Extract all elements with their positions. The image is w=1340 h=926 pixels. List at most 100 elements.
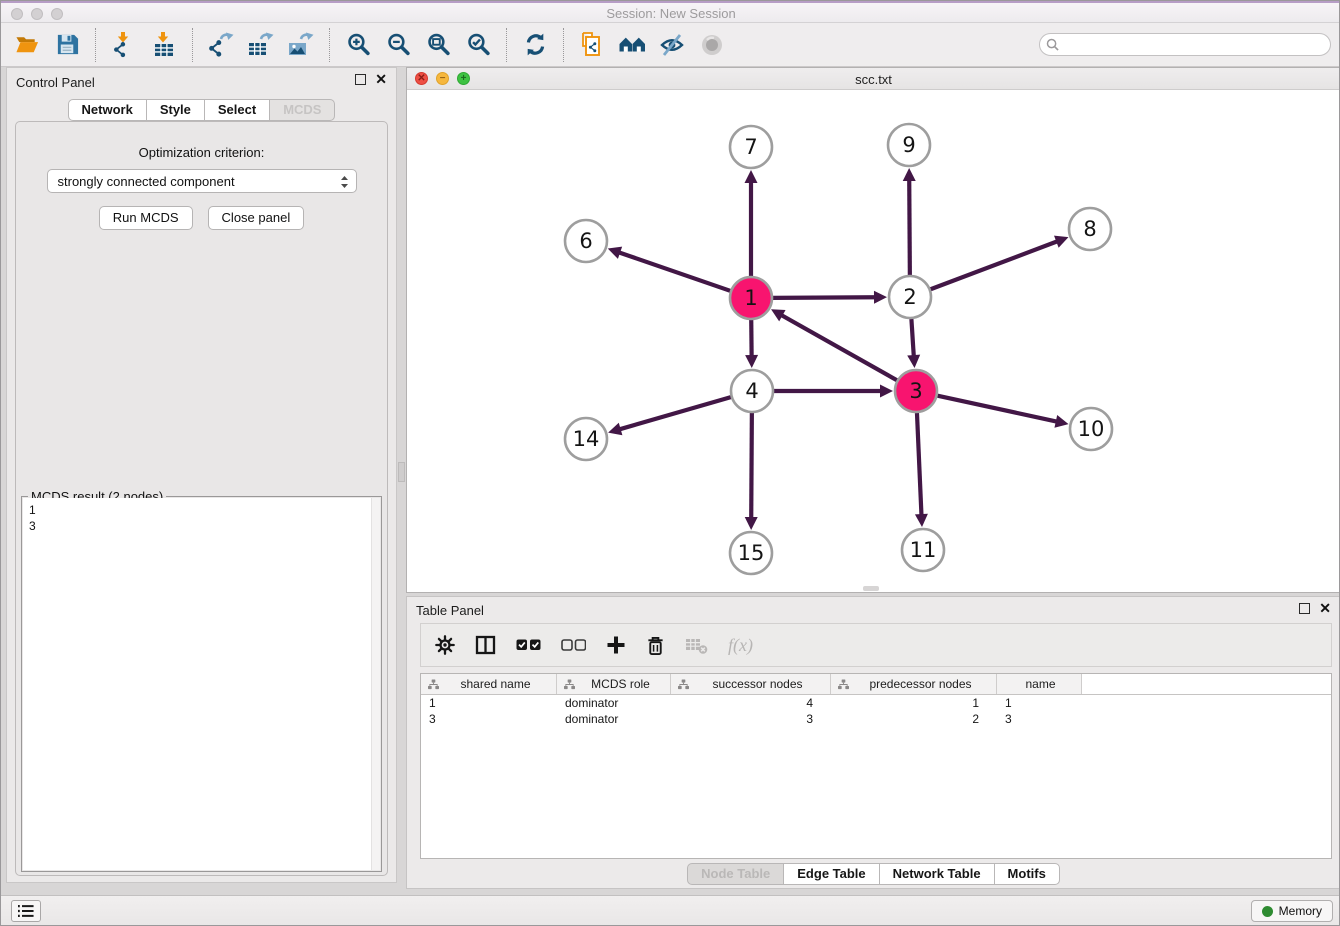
tab-mcds[interactable]: MCDS bbox=[269, 99, 335, 121]
graph-node-14[interactable]: 14 bbox=[565, 418, 607, 460]
column-header-shared-name[interactable]: shared name bbox=[421, 674, 557, 694]
search-box[interactable] bbox=[1039, 33, 1331, 56]
search-input[interactable] bbox=[1063, 38, 1324, 52]
task-history-button[interactable] bbox=[11, 900, 41, 922]
zoom-in-button[interactable] bbox=[338, 27, 378, 63]
control-panel-window-icons: ✕ bbox=[355, 74, 387, 85]
mcds-result-list[interactable]: 13 bbox=[23, 498, 380, 870]
import-table-button[interactable] bbox=[144, 27, 184, 63]
edge-arrow-2-3 bbox=[907, 355, 920, 368]
table-cell[interactable]: 3 bbox=[997, 711, 1082, 727]
add-column-button[interactable] bbox=[606, 635, 626, 655]
edge-2-8[interactable] bbox=[931, 241, 1059, 289]
graph-node-4[interactable]: 4 bbox=[731, 370, 773, 412]
delete-column-icon bbox=[646, 635, 665, 656]
hide-selected-button[interactable] bbox=[652, 27, 692, 63]
edge-1-2[interactable] bbox=[773, 297, 876, 298]
edge-2-3[interactable] bbox=[911, 319, 913, 357]
graph-node-8[interactable]: 8 bbox=[1069, 208, 1111, 250]
run-mcds-button[interactable]: Run MCDS bbox=[99, 206, 193, 230]
edge-1-6[interactable] bbox=[618, 252, 730, 291]
memory-button[interactable]: Memory bbox=[1251, 900, 1333, 922]
graph-node-7[interactable]: 7 bbox=[730, 126, 772, 168]
zoom-fit-button[interactable] bbox=[418, 27, 458, 63]
first-neighbors-button[interactable] bbox=[612, 27, 652, 63]
refresh-view-button[interactable] bbox=[515, 27, 555, 63]
svg-text:2: 2 bbox=[903, 285, 916, 309]
table-cell[interactable]: 4 bbox=[671, 695, 831, 711]
mcds-result-groupbox: MCDS result (2 nodes) 13 bbox=[21, 496, 382, 872]
result-scrollbar[interactable] bbox=[371, 498, 380, 870]
table-cell[interactable]: 1 bbox=[421, 695, 557, 711]
edge-3-10[interactable] bbox=[937, 396, 1057, 422]
svg-text:7: 7 bbox=[744, 135, 757, 159]
title-bar: Session: New Session bbox=[1, 1, 1340, 23]
delete-column-button[interactable] bbox=[646, 635, 665, 656]
save-session-button[interactable] bbox=[47, 27, 87, 63]
network-canvas-svg[interactable]: 7 9 6 8 1 2 4 3 14 10 15 11 bbox=[407, 90, 1340, 592]
close-panel-icon[interactable]: ✕ bbox=[375, 74, 387, 85]
table-cell[interactable]: 1 bbox=[831, 695, 997, 711]
table-cell[interactable]: dominator bbox=[557, 711, 671, 727]
network-hscroll-nub[interactable] bbox=[863, 586, 879, 591]
graph-node-9[interactable]: 9 bbox=[888, 124, 930, 166]
toolbar-separator bbox=[506, 28, 507, 62]
table-settings-button[interactable] bbox=[435, 635, 455, 655]
table-row[interactable]: 1dominator411 bbox=[421, 695, 1331, 711]
export-network-button[interactable] bbox=[201, 27, 241, 63]
table-cell[interactable]: 1 bbox=[997, 695, 1082, 711]
table-cell[interactable]: 3 bbox=[421, 711, 557, 727]
export-image-button[interactable] bbox=[281, 27, 321, 63]
graph-node-3[interactable]: 3 bbox=[895, 370, 937, 412]
graph-node-10[interactable]: 10 bbox=[1070, 408, 1112, 450]
graph-node-1[interactable]: 1 bbox=[730, 277, 772, 319]
import-network-button[interactable] bbox=[104, 27, 144, 63]
table-cell[interactable]: dominator bbox=[557, 695, 671, 711]
memory-status-icon bbox=[1262, 906, 1273, 917]
column-header-MCDS-role[interactable]: MCDS role bbox=[557, 674, 671, 694]
table-row[interactable]: 3dominator323 bbox=[421, 711, 1331, 727]
panel-splitter-handle[interactable] bbox=[398, 462, 405, 482]
table-cell[interactable]: 2 bbox=[831, 711, 997, 727]
float-panel-icon[interactable] bbox=[355, 74, 366, 85]
column-header-successor-nodes[interactable]: successor nodes bbox=[671, 674, 831, 694]
svg-text:4: 4 bbox=[745, 379, 758, 403]
column-header-name[interactable]: name bbox=[997, 674, 1082, 694]
network-window-titlebar[interactable]: ✕ − + scc.txt bbox=[407, 68, 1340, 90]
edge-3-1[interactable] bbox=[781, 315, 897, 381]
copy-network-button[interactable] bbox=[572, 27, 612, 63]
deselect-all-columns-button[interactable] bbox=[561, 639, 586, 651]
graph-node-2[interactable]: 2 bbox=[889, 276, 931, 318]
tab-style[interactable]: Style bbox=[146, 99, 205, 121]
graph-node-15[interactable]: 15 bbox=[730, 532, 772, 574]
tab-network[interactable]: Network bbox=[68, 99, 147, 121]
window-title: Session: New Session bbox=[1, 6, 1340, 21]
float-table-panel-icon[interactable] bbox=[1299, 603, 1310, 614]
column-header-predecessor-nodes[interactable]: predecessor nodes bbox=[831, 674, 997, 694]
edge-2-9[interactable] bbox=[909, 179, 910, 275]
close-table-panel-icon[interactable]: ✕ bbox=[1319, 603, 1331, 614]
node-table: shared nameMCDS rolesuccessor nodesprede… bbox=[420, 673, 1332, 859]
mcds-result-line: 1 bbox=[29, 502, 380, 518]
tab-edge-table[interactable]: Edge Table bbox=[783, 863, 879, 885]
close-panel-button[interactable]: Close panel bbox=[208, 206, 305, 230]
export-table-button[interactable] bbox=[241, 27, 281, 63]
open-session-button[interactable] bbox=[7, 27, 47, 63]
zoom-selected-button[interactable] bbox=[458, 27, 498, 63]
tab-network-table[interactable]: Network Table bbox=[879, 863, 995, 885]
graph-node-6[interactable]: 6 bbox=[565, 220, 607, 262]
tab-motifs[interactable]: Motifs bbox=[994, 863, 1060, 885]
svg-text:1: 1 bbox=[744, 286, 757, 310]
tab-node-table[interactable]: Node Table bbox=[687, 863, 784, 885]
graph-node-11[interactable]: 11 bbox=[902, 529, 944, 571]
select-all-columns-button[interactable] bbox=[516, 639, 541, 651]
show-columns-button[interactable] bbox=[475, 635, 496, 655]
tab-select[interactable]: Select bbox=[204, 99, 270, 121]
optimization-criterion-select[interactable]: strongly connected component bbox=[47, 169, 357, 193]
table-cell[interactable]: 3 bbox=[671, 711, 831, 727]
zoom-out-button[interactable] bbox=[378, 27, 418, 63]
edge-4-15[interactable] bbox=[751, 413, 752, 519]
edge-3-11[interactable] bbox=[917, 413, 922, 516]
edge-4-14[interactable] bbox=[619, 397, 731, 429]
function-builder-button: f(x) bbox=[728, 635, 753, 656]
